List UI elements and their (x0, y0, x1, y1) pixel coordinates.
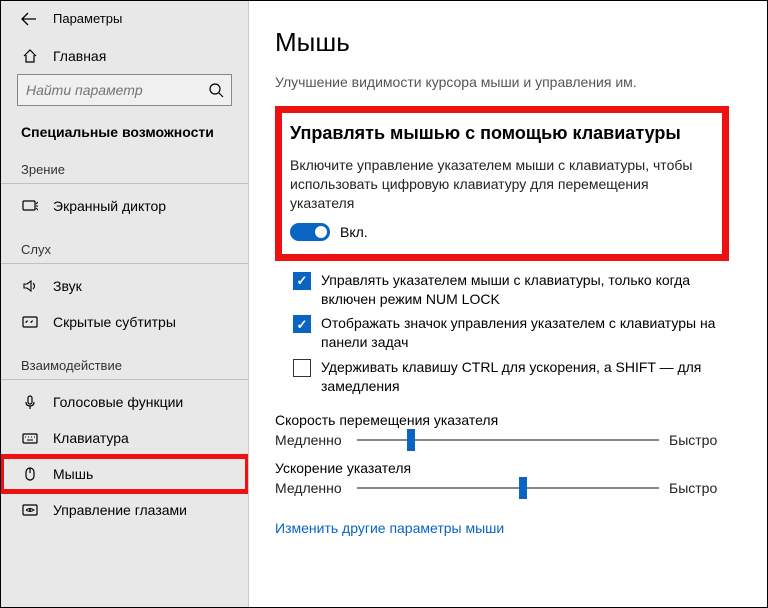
sidebar-group-hearing: Слух (1, 236, 248, 263)
main-content: Мышь Улучшение видимости курсора мыши и … (249, 1, 767, 607)
sidebar-item-narrator[interactable]: Экранный диктор (1, 188, 248, 224)
sidebar-item-captions[interactable]: Скрытые субтитры (1, 304, 248, 340)
sidebar-group-vision: Зрение (1, 156, 248, 183)
slider-speed-label: Скорость перемещения указателя (275, 412, 729, 428)
window-header: Параметры (1, 7, 248, 38)
sidebar-item-speech[interactable]: Голосовые функции (1, 384, 248, 420)
slider-speed[interactable] (357, 439, 659, 441)
toggle-label: Вкл. (340, 224, 368, 240)
captions-icon (21, 314, 39, 330)
section-heading: Управлять мышью с помощью клавиатуры (290, 123, 708, 144)
checkbox-label: Удерживать клавишу CTRL для ускорения, а… (321, 358, 729, 396)
sidebar: Параметры Главная Специальные возможност… (1, 1, 249, 607)
checkbox-label: Отображать значок управления указателем … (321, 314, 729, 352)
toggle-track (290, 223, 330, 241)
checkbox-ctrl-shift[interactable]: Удерживать клавишу CTRL для ускорения, а… (293, 358, 729, 396)
mouse-keys-section: Управлять мышью с помощью клавиатуры Вкл… (275, 106, 729, 261)
slider-max-label: Быстро (669, 480, 729, 496)
sidebar-group-interaction: Взаимодействие (1, 352, 248, 379)
mouse-keys-toggle[interactable]: Вкл. (290, 223, 368, 241)
sidebar-item-home[interactable]: Главная (1, 38, 248, 74)
slider-max-label: Быстро (669, 432, 729, 448)
sidebar-item-label: Голосовые функции (53, 394, 183, 410)
back-icon[interactable] (21, 12, 37, 26)
checkbox-label: Управлять указателем мыши с клавиатуры, … (321, 271, 729, 309)
sidebar-item-label: Клавиатура (53, 430, 129, 446)
slider-min-label: Медленно (275, 432, 347, 448)
divider (1, 263, 248, 264)
checkbox-taskbar[interactable]: Отображать значок управления указателем … (293, 314, 729, 352)
divider (1, 379, 248, 380)
checkbox-icon (293, 359, 311, 377)
eye-icon (21, 502, 39, 518)
section-description: Включите управление указателем мыши с кл… (290, 156, 708, 213)
home-icon (21, 48, 39, 64)
mouse-icon (21, 466, 39, 482)
checkbox-icon (293, 315, 311, 333)
page-subtitle: Улучшение видимости курсора мыши и управ… (275, 74, 729, 90)
microphone-icon (21, 394, 39, 410)
sidebar-item-keyboard[interactable]: Клавиатура (1, 420, 248, 456)
slider-min-label: Медленно (275, 480, 347, 496)
window-title: Параметры (53, 11, 122, 26)
checkbox-group: Управлять указателем мыши с клавиатуры, … (293, 271, 729, 396)
sidebar-item-mouse[interactable]: Мышь (1, 456, 248, 492)
sidebar-item-eye[interactable]: Управление глазами (1, 492, 248, 528)
search-field[interactable] (26, 82, 208, 98)
sidebar-item-label: Звук (53, 278, 82, 294)
sidebar-item-label: Мышь (53, 466, 93, 482)
sidebar-item-label: Главная (53, 48, 106, 64)
sidebar-item-sound[interactable]: Звук (1, 268, 248, 304)
narrator-icon (21, 198, 39, 214)
slider-accel[interactable] (357, 487, 659, 489)
page-title: Мышь (275, 27, 729, 58)
search-icon (208, 82, 224, 98)
search-input[interactable] (17, 74, 232, 106)
sliders-group: Скорость перемещения указателя Медленно … (275, 412, 729, 496)
keyboard-icon (21, 430, 39, 446)
sound-icon (21, 278, 39, 294)
checkbox-numlock[interactable]: Управлять указателем мыши с клавиатуры, … (293, 271, 729, 309)
sidebar-heading: Специальные возможности (1, 124, 248, 156)
divider (1, 183, 248, 184)
sidebar-item-label: Экранный диктор (53, 198, 166, 214)
slider-accel-label: Ускорение указателя (275, 460, 729, 476)
checkbox-icon (293, 272, 311, 290)
other-mouse-settings-link[interactable]: Изменить другие параметры мыши (275, 520, 504, 536)
sidebar-item-label: Скрытые субтитры (53, 314, 176, 330)
sidebar-item-label: Управление глазами (53, 502, 187, 518)
